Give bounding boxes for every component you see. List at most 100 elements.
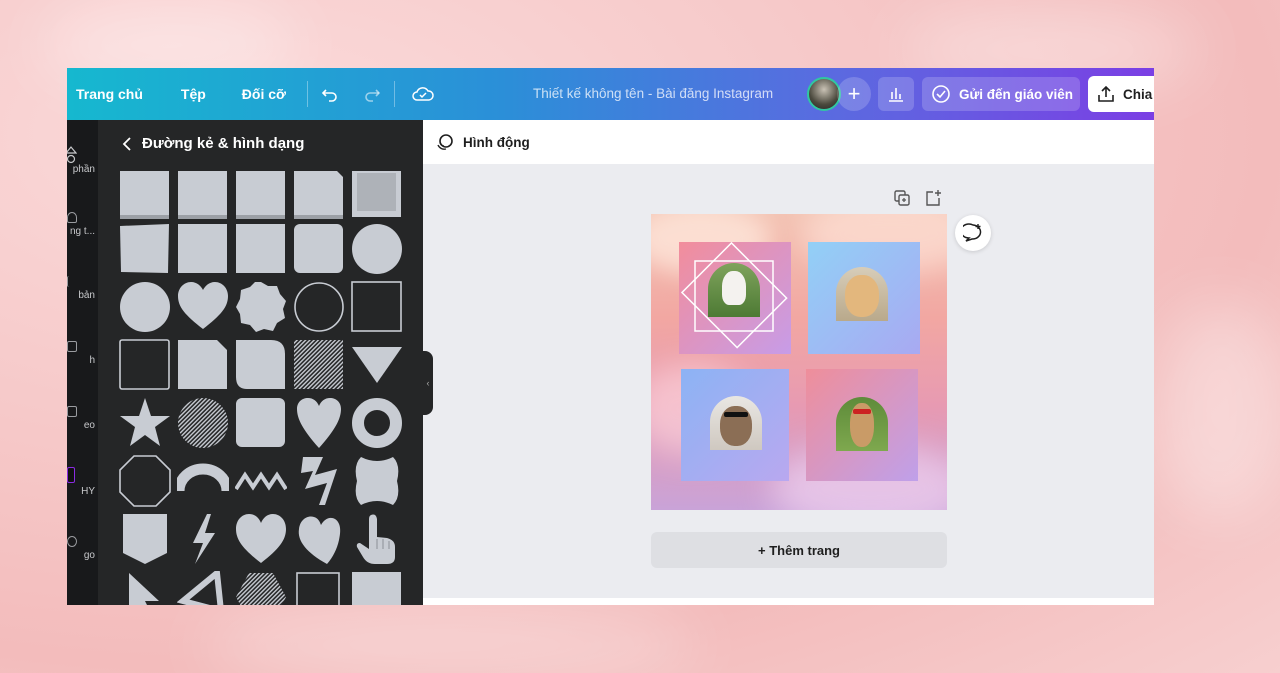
sidebar-item-label: h	[89, 355, 95, 366]
redo-icon[interactable]	[356, 78, 388, 110]
sidebar-item-photos[interactable]: h	[67, 341, 98, 366]
shape-bevel-square[interactable]	[351, 171, 403, 223]
undo-icon[interactable]	[314, 78, 346, 110]
shape-triangle-down[interactable]	[351, 339, 403, 391]
shape-star[interactable]	[119, 397, 171, 449]
shape-lightning-zigzag[interactable]	[293, 455, 345, 507]
sidebar-item-label: eo	[83, 420, 95, 431]
sidebar-item-elements[interactable]: phần	[67, 146, 98, 175]
shapes-panel: Đường kẻ & hình dạng	[98, 120, 423, 605]
shape-square-shadow[interactable]	[235, 171, 287, 223]
shape-rounded-corner-square[interactable]	[235, 339, 287, 391]
shape-heart-slanted[interactable]	[293, 513, 345, 565]
giphy-icon	[67, 467, 75, 483]
shape-circle-outline[interactable]	[293, 281, 345, 333]
panel-header[interactable]: Đường kẻ & hình dạng	[122, 135, 304, 152]
logo-icon	[67, 536, 77, 547]
home-menu[interactable]: Trang chủ	[67, 86, 152, 102]
plus-icon[interactable]: +	[837, 77, 871, 111]
send-to-teacher-button[interactable]: Gửi đến giáo viên	[922, 77, 1080, 111]
divider	[393, 81, 395, 107]
shape-square[interactable]	[177, 223, 229, 275]
photo-icon	[67, 341, 77, 352]
chevron-left-icon	[122, 136, 131, 151]
top-bar: Trang chủ Tệp Đối cỡ Thiết kế không tên …	[67, 68, 1154, 120]
shape-heart[interactable]	[235, 513, 287, 565]
bottom-toolbar	[423, 598, 1154, 605]
text-icon	[67, 276, 77, 287]
shape-square[interactable]	[351, 571, 403, 605]
shape-zigzag[interactable]	[235, 455, 287, 507]
shape-ornate-frame[interactable]	[351, 455, 403, 507]
shape-square[interactable]	[119, 223, 171, 275]
sidebar-item-label: phần	[72, 164, 95, 175]
dog-photo[interactable]	[708, 263, 760, 317]
cat-photo[interactable]	[836, 267, 888, 321]
resize-menu[interactable]: Đối cỡ	[233, 86, 295, 102]
panel-title: Đường kẻ & hình dạng	[142, 135, 305, 152]
shape-cursor-arrow[interactable]	[119, 571, 171, 605]
shape-rounded-square[interactable]	[235, 397, 287, 449]
sidebar-item-videos[interactable]: eo	[67, 406, 98, 431]
share-label: Chia	[1123, 86, 1153, 102]
collapse-panel-handle[interactable]: ‹	[423, 351, 433, 415]
shape-hatched-square[interactable]	[293, 339, 345, 391]
shape-folded-corner[interactable]	[293, 171, 345, 223]
design-page[interactable]	[651, 214, 947, 510]
sidebar-item-label: HY	[81, 486, 95, 497]
sidebar-item-label: go	[83, 550, 95, 561]
sidebar-item-giphy[interactable]: HY	[67, 467, 98, 497]
sidebar-item-text[interactable]: bản	[67, 276, 98, 301]
shape-rounded-square[interactable]	[293, 223, 345, 275]
shape-hatched-circle[interactable]	[177, 397, 229, 449]
shape-scalloped-circle[interactable]	[235, 281, 287, 333]
canva-editor-window: Trang chủ Tệp Đối cỡ Thiết kế không tên …	[67, 68, 1154, 605]
avatar[interactable]	[807, 77, 841, 111]
shape-circle[interactable]	[351, 223, 403, 275]
elements-icon	[67, 146, 77, 164]
shape-rounded-square-outline[interactable]	[119, 339, 171, 391]
share-button[interactable]: Chia	[1088, 76, 1154, 112]
bar-chart-icon[interactable]	[878, 77, 914, 111]
shape-heart-tall[interactable]	[293, 397, 345, 449]
send-to-teacher-label: Gửi đến giáo viên	[959, 86, 1074, 102]
animate-icon	[437, 134, 453, 150]
upload-icon	[67, 212, 77, 223]
sidebar-item-uploads[interactable]: ng t...	[67, 212, 98, 237]
shape-heart[interactable]	[177, 281, 229, 333]
document-title[interactable]: Thiết kế không tên - Bài đăng Instagram	[533, 86, 773, 101]
check-circle-icon	[932, 85, 950, 103]
sidebar-item-logos[interactable]: go	[67, 536, 98, 561]
animate-button[interactable]: Hình động	[463, 135, 530, 150]
file-menu[interactable]: Tệp	[172, 86, 215, 102]
shape-pointing-hand[interactable]	[351, 513, 403, 565]
shape-arc[interactable]	[177, 455, 229, 507]
left-sidebar-rail: phần ng t... bản h eo HY go	[67, 120, 98, 605]
shape-triangle-outline[interactable]	[177, 571, 229, 605]
video-icon	[67, 406, 77, 417]
duplicate-page-icon[interactable]	[893, 189, 911, 207]
cloud-saved-icon[interactable]	[407, 78, 439, 110]
shape-circle[interactable]	[119, 281, 171, 333]
shape-square-shadow[interactable]	[119, 171, 171, 223]
shape-hatched-hexagon[interactable]	[235, 571, 287, 605]
cat-with-sunglasses-photo[interactable]	[710, 396, 762, 450]
shape-octagon-outline[interactable]	[119, 455, 171, 507]
shape-cut-corner-square[interactable]	[177, 339, 229, 391]
comment-plus-icon	[963, 223, 982, 242]
puppy-photo[interactable]	[836, 397, 888, 451]
page-tools	[893, 189, 942, 207]
editor-toolbar: Hình động	[423, 120, 1154, 164]
shape-square-shadow[interactable]	[177, 171, 229, 223]
add-page-button[interactable]: + Thêm trang	[651, 532, 947, 568]
shape-shield[interactable]	[119, 513, 171, 565]
shape-square-outline[interactable]	[351, 281, 403, 333]
divider	[306, 81, 308, 107]
shape-lightning-bolt[interactable]	[177, 513, 229, 565]
shape-square-outline[interactable]	[293, 571, 345, 605]
add-comment-button[interactable]	[955, 215, 991, 251]
sidebar-item-label: ng t...	[69, 226, 95, 237]
shape-ring[interactable]	[351, 397, 403, 449]
shape-square[interactable]	[235, 223, 287, 275]
add-page-icon[interactable]	[924, 189, 942, 207]
